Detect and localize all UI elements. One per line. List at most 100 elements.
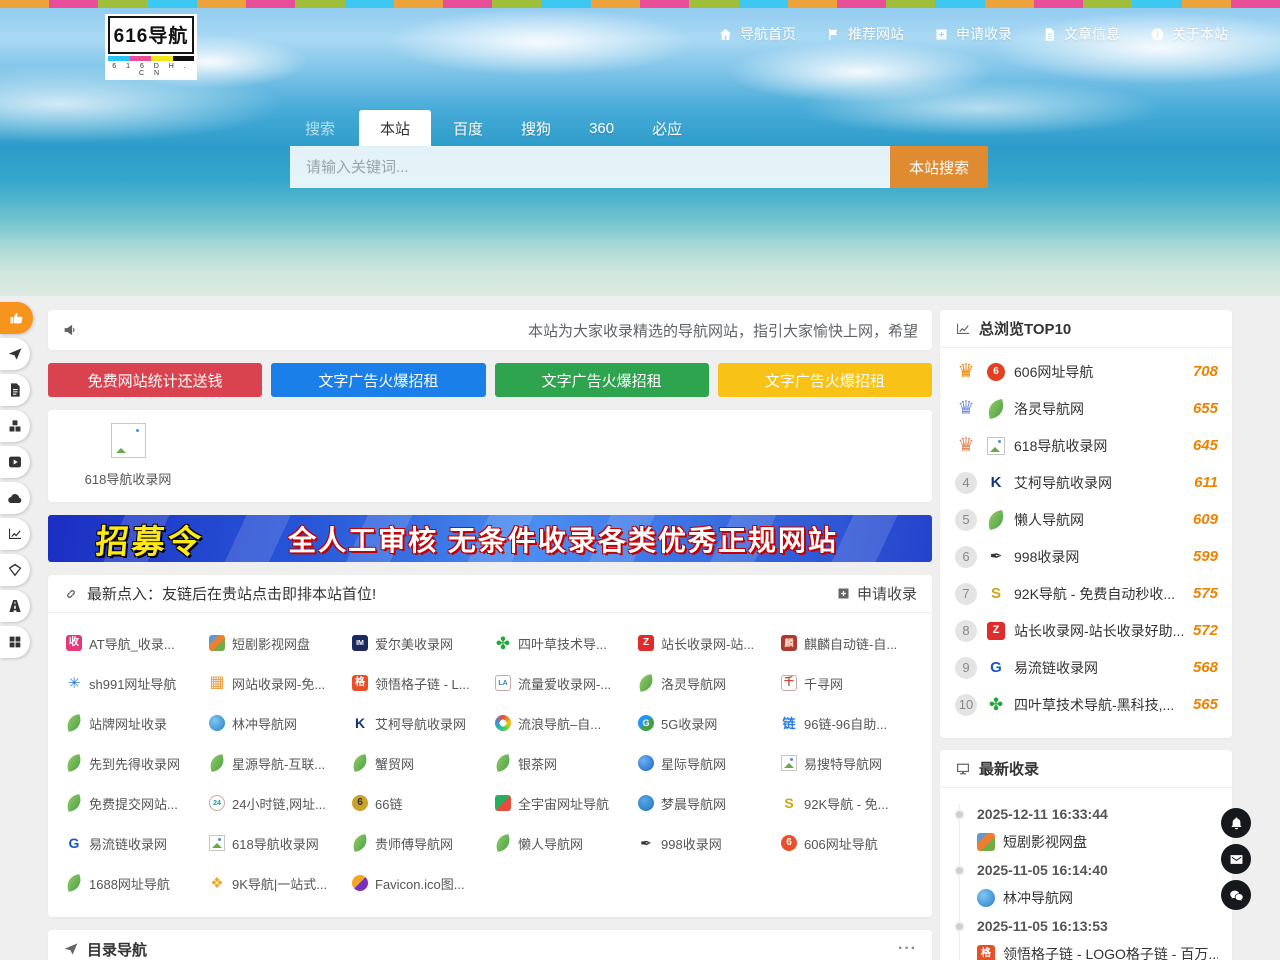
site-logo[interactable]: 616导航 6 1 6 D H . C N (105, 14, 197, 80)
added-site-link[interactable]: 短剧影视网盘 (977, 828, 1218, 856)
top10-row[interactable]: 4K艾柯导航收录网611 (954, 464, 1218, 501)
site-link[interactable]: 全宇宙网址导航 (495, 783, 638, 823)
site-favicon (495, 834, 512, 852)
nav-item[interactable]: 申请收录 (934, 24, 1012, 44)
added-site-link[interactable]: 格领悟格子链 - LOGO格子链 - 百万... (977, 940, 1218, 960)
top10-row[interactable]: 10✤四叶草技术导航-黑科技,...565 (954, 686, 1218, 723)
recruit-banner[interactable]: 招募令 全人工审核 无条件收录各类优秀正规网站 (48, 515, 932, 562)
search-input[interactable] (290, 146, 890, 188)
top10-row[interactable]: 8Z站长收录网-站长收录好助...572 (954, 612, 1218, 649)
rail-button-road[interactable] (0, 590, 30, 622)
site-link[interactable]: LA流量爱收录网-... (495, 663, 638, 703)
site-favicon: ▦ (209, 675, 225, 691)
nav-item[interactable]: 关于本站 (1150, 24, 1228, 44)
float-wechat-icon[interactable] (1221, 880, 1251, 910)
added-site-link[interactable]: 林冲导航网 (977, 884, 1218, 912)
site-link[interactable]: 贵师傅导航网 (352, 823, 495, 863)
search-tab[interactable]: 必应 (636, 110, 698, 146)
ad-button[interactable]: 文字广告火爆招租 (495, 363, 709, 397)
rail-button-youtube[interactable] (0, 446, 30, 478)
nav-item[interactable]: 推荐网站 (826, 24, 904, 44)
site-link[interactable]: 收AT导航_收录... (66, 623, 209, 663)
search-tab[interactable]: 360 (573, 110, 630, 146)
float-mail-icon[interactable] (1221, 844, 1251, 874)
float-bell-icon[interactable] (1221, 808, 1251, 838)
site-link[interactable]: K艾柯导航收录网 (352, 703, 495, 743)
featured-site-link[interactable]: 618导航收录网 (80, 423, 176, 488)
ad-button[interactable]: 文字广告火爆招租 (271, 363, 485, 397)
top10-row[interactable]: ♛618导航收录网645 (954, 427, 1218, 464)
site-favicon: 格 (352, 675, 368, 691)
rail-button-cloud[interactable] (0, 482, 30, 514)
site-favicon: 收 (66, 635, 82, 651)
flag-icon (826, 27, 841, 42)
nav-item[interactable]: 导航首页 (718, 24, 796, 44)
top10-row[interactable]: ♛洛灵导航网655 (954, 390, 1218, 427)
site-link[interactable]: 流浪导航–自... (495, 703, 638, 743)
site-link[interactable]: 618导航收录网 (209, 823, 352, 863)
strip-segment (1034, 0, 1083, 8)
search-tab[interactable]: 百度 (437, 110, 499, 146)
site-link[interactable]: 1688网址导航 (66, 863, 209, 903)
nav-item[interactable]: 文章信息 (1042, 24, 1120, 44)
site-link[interactable]: 格领悟格子链 - L... (352, 663, 495, 703)
site-link[interactable]: 2424小时链,网址... (209, 783, 352, 823)
site-link[interactable]: 短剧影视网盘 (209, 623, 352, 663)
site-link[interactable]: Favicon.ico图... (352, 863, 495, 903)
site-link[interactable]: 蟹贸网 (352, 743, 495, 783)
site-links-grid: 收AT导航_收录...短剧影视网盘IM爱尔美收录网✤四叶草技术导...Z站长收录… (48, 613, 932, 903)
more-button[interactable]: ··· (898, 940, 917, 958)
site-link[interactable]: 星源导航-互联... (209, 743, 352, 783)
site-link[interactable]: 666链 (352, 783, 495, 823)
site-link[interactable]: 麟麒麟自动链-自... (781, 623, 924, 663)
ad-button[interactable]: 文字广告火爆招租 (718, 363, 932, 397)
rank-number: 6 (955, 546, 977, 568)
site-link[interactable]: 站牌网址收录 (66, 703, 209, 743)
site-link[interactable]: 银茶网 (495, 743, 638, 783)
rail-button-grid[interactable] (0, 626, 30, 658)
site-link[interactable]: 链96链-96自助... (781, 703, 924, 743)
site-link[interactable]: 洛灵导航网 (638, 663, 781, 703)
search-button[interactable]: 本站搜索 (890, 146, 988, 188)
ad-button[interactable]: 免费网站统计还送钱 (48, 363, 262, 397)
site-link[interactable]: G5G收录网 (638, 703, 781, 743)
directory-nav-card: 目录导航 ··· (48, 930, 932, 960)
rail-button-document[interactable] (0, 374, 30, 406)
rail-button-thumb-up[interactable] (0, 302, 33, 334)
rail-button-chart-line[interactable] (0, 518, 30, 550)
rail-button-diamond[interactable] (0, 554, 30, 586)
timeline-dot (954, 809, 965, 820)
rail-button-cubes[interactable] (0, 410, 30, 442)
rail-button-paper-plane[interactable] (0, 338, 30, 370)
site-link[interactable]: 千千寻网 (781, 663, 924, 703)
link-icon (63, 586, 79, 602)
site-link[interactable]: ✳sh991网址导航 (66, 663, 209, 703)
top10-row[interactable]: 9G易流链收录网568 (954, 649, 1218, 686)
search-tab[interactable]: 本站 (359, 110, 431, 146)
site-link[interactable]: ✤四叶草技术导... (495, 623, 638, 663)
top10-row[interactable]: 5懒人导航网609 (954, 501, 1218, 538)
site-link[interactable]: 梦晨导航网 (638, 783, 781, 823)
site-link[interactable]: 易搜特导航网 (781, 743, 924, 783)
top10-row[interactable]: 7S92K导航 - 免费自动秒收...575 (954, 575, 1218, 612)
site-link[interactable]: 6606网址导航 (781, 823, 924, 863)
site-link[interactable]: 免费提交网站... (66, 783, 209, 823)
site-link[interactable]: IM爱尔美收录网 (352, 623, 495, 663)
apply-inclusion-link[interactable]: 申请收录 (836, 583, 917, 604)
site-favicon (66, 714, 83, 732)
site-link[interactable]: G易流链收录网 (66, 823, 209, 863)
top10-row[interactable]: ♛6606网址导航708 (954, 353, 1218, 390)
site-link[interactable]: 林冲导航网 (209, 703, 352, 743)
top10-row[interactable]: 6✒998收录网599 (954, 538, 1218, 575)
site-link[interactable]: ✒998收录网 (638, 823, 781, 863)
site-link[interactable]: 先到先得收录网 (66, 743, 209, 783)
site-link[interactable]: 星际导航网 (638, 743, 781, 783)
site-link[interactable]: ▦网站收录网-免... (209, 663, 352, 703)
search-tab[interactable]: 搜狗 (505, 110, 567, 146)
site-link[interactable]: Z站长收录网-站... (638, 623, 781, 663)
site-link[interactable]: 懒人导航网 (495, 823, 638, 863)
latest-clicks-title: 最新点入：友链后在贵站点击即排本站首位! (87, 583, 376, 604)
strip-segment (837, 0, 886, 8)
site-link[interactable]: ❖9K导航|一站式... (209, 863, 352, 903)
site-link[interactable]: S92K导航 - 免... (781, 783, 924, 823)
